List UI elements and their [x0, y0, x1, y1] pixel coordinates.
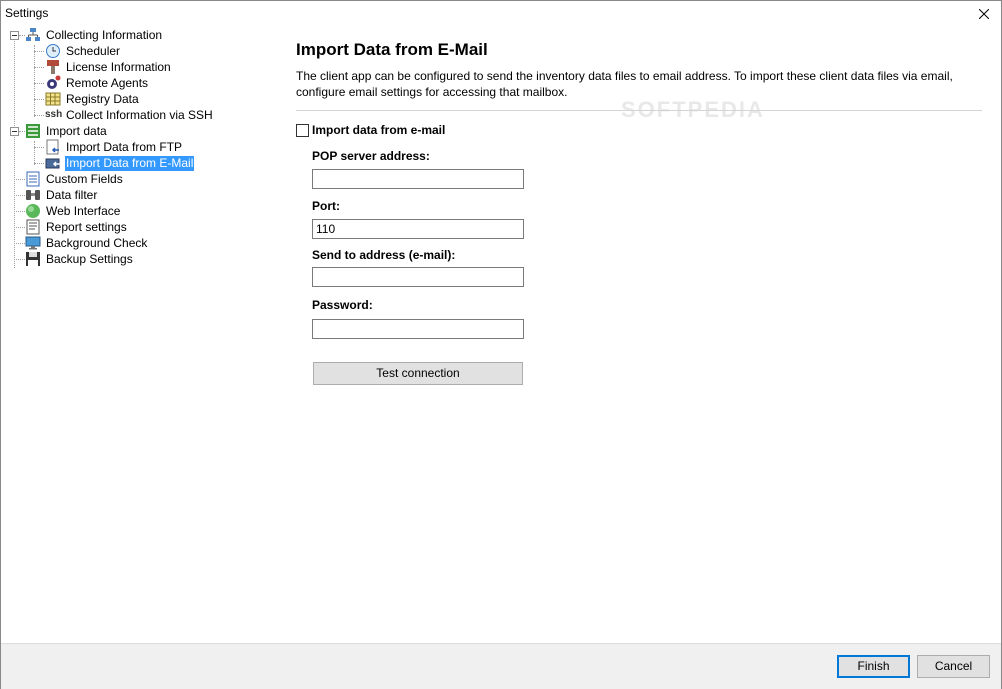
tree-item-label: License Information: [66, 59, 171, 74]
floppy-icon: [25, 251, 41, 267]
agents-icon: [45, 75, 61, 91]
page-description: The client app can be configured to send…: [296, 69, 953, 99]
password-label: Password:: [312, 298, 373, 312]
import-email-checkbox[interactable]: [296, 124, 309, 137]
close-icon[interactable]: [967, 1, 1001, 26]
custom-fields-icon: [25, 171, 41, 187]
import-email-checkbox-label[interactable]: Import data from e-mail: [312, 123, 445, 137]
divider: [296, 110, 982, 111]
ssh-icon: ssh: [45, 109, 63, 120]
tree-item-label: Background Check: [46, 235, 148, 250]
window-title: Settings: [5, 6, 49, 20]
cancel-button[interactable]: Cancel: [917, 655, 990, 678]
test-connection-button[interactable]: Test connection: [313, 362, 523, 385]
monitor-icon: [25, 235, 41, 251]
send-to-label: Send to address (e-mail):: [312, 248, 456, 262]
page-title: Import Data from E-Mail: [296, 40, 488, 59]
send-to-input[interactable]: [312, 267, 524, 287]
tree-item-label: Web Interface: [46, 203, 121, 218]
tree-line: [14, 35, 15, 268]
tree-line: [14, 211, 25, 212]
dialog-footer: Finish Cancel: [1, 643, 1001, 689]
tree-item-report-settings[interactable]: Report settings: [25, 219, 128, 235]
tree-item-web-interface[interactable]: Web Interface: [25, 203, 121, 219]
tree-line: [34, 147, 44, 148]
tree-item-label: Registry Data: [66, 91, 139, 106]
tree-item-backup-settings[interactable]: Backup Settings: [25, 251, 134, 267]
port-input[interactable]: [312, 219, 524, 239]
tree-item-label: Scheduler: [66, 43, 121, 58]
tree-item-remote-agents[interactable]: Remote Agents: [45, 75, 149, 91]
tree-line: [34, 45, 35, 117]
filter-icon: [25, 187, 41, 203]
registry-icon: [45, 91, 61, 107]
tree-item-collecting-information[interactable]: Collecting Information: [25, 27, 163, 43]
tree-item-label: Backup Settings: [46, 251, 133, 266]
pop-server-label: POP server address:: [312, 149, 430, 163]
tree-line: [34, 83, 44, 84]
tree-item-label: Collect Information via SSH: [66, 107, 213, 122]
port-label: Port:: [312, 199, 340, 213]
tree-item-background-check[interactable]: Background Check: [25, 235, 148, 251]
tree-line: [34, 115, 44, 116]
settings-tree: Collecting Information Scheduler License…: [2, 27, 280, 641]
tree-item-label: Import data: [46, 123, 107, 138]
tree-line: [14, 179, 25, 180]
tree-item-scheduler[interactable]: Scheduler: [45, 43, 121, 59]
network-icon: [25, 27, 41, 43]
tree-item-label: Import Data from FTP: [66, 139, 183, 154]
email-import-icon: [45, 155, 61, 171]
tree-line: [34, 141, 35, 165]
collapse-toggle-import[interactable]: [10, 127, 19, 136]
tree-item-label: Report settings: [46, 219, 127, 234]
password-input[interactable]: [312, 319, 524, 339]
tree-item-label: Data filter: [46, 187, 98, 202]
title-bar: Settings: [1, 1, 1001, 26]
tree-item-import-ftp[interactable]: Import Data from FTP: [45, 139, 183, 155]
globe-icon: [25, 203, 41, 219]
tree-item-label: Collecting Information: [46, 27, 163, 42]
settings-window: Settings Collecting Information Schedule…: [0, 0, 1002, 689]
tree-item-registry-data[interactable]: Registry Data: [45, 91, 140, 107]
tree-line: [14, 227, 25, 228]
tree-item-collect-ssh[interactable]: ssh Collect Information via SSH: [45, 107, 214, 123]
clock-icon: [45, 43, 61, 59]
tree-line: [34, 99, 44, 100]
tree-item-data-filter[interactable]: Data filter: [25, 187, 98, 203]
report-icon: [25, 219, 41, 235]
ftp-import-icon: [45, 139, 61, 155]
tree-item-label: Remote Agents: [66, 75, 149, 90]
tree-item-import-data[interactable]: Import data: [25, 123, 108, 139]
finish-button[interactable]: Finish: [837, 655, 910, 678]
license-icon: [45, 59, 61, 75]
tree-line: [14, 259, 25, 260]
settings-panel: Import Data from E-Mail The client app c…: [281, 27, 1001, 641]
tree-item-label: Custom Fields: [46, 171, 123, 186]
tree-line: [34, 51, 44, 52]
tree-item-license-information[interactable]: License Information: [45, 59, 172, 75]
tree-item-label: Import Data from E-Mail: [65, 155, 195, 171]
tree-line: [14, 243, 25, 244]
collapse-toggle-collecting[interactable]: [10, 31, 19, 40]
import-icon: [25, 123, 41, 139]
pop-server-input[interactable]: [312, 169, 524, 189]
tree-item-import-email[interactable]: Import Data from E-Mail: [45, 155, 195, 171]
tree-line: [34, 163, 44, 164]
tree-line: [14, 195, 25, 196]
tree-line: [34, 67, 44, 68]
tree-item-custom-fields[interactable]: Custom Fields: [25, 171, 124, 187]
